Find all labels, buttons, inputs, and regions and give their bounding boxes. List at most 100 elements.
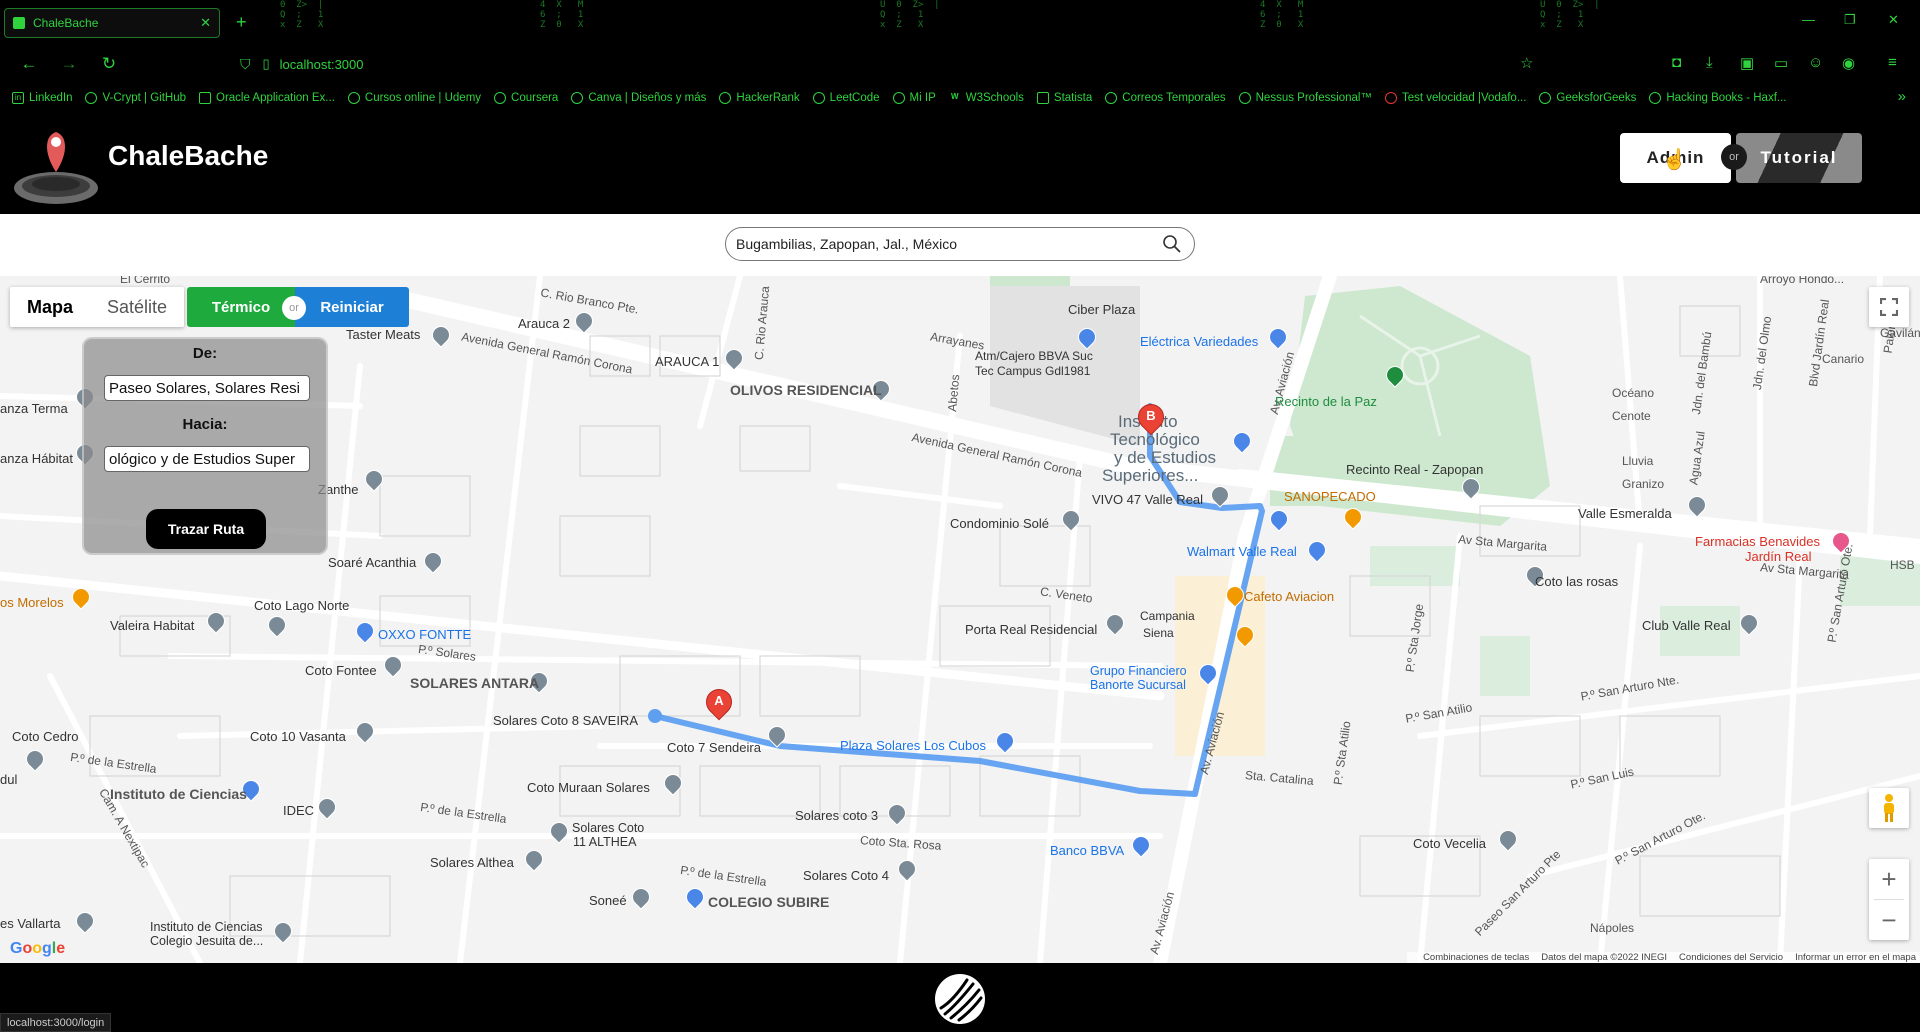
bookmark-item[interactable]: Oracle Application Ex... <box>199 92 335 104</box>
bookmark-item[interactable]: Mi IP <box>892 92 936 104</box>
university-logo-icon <box>935 974 985 1024</box>
search-strip <box>0 214 1920 276</box>
trace-route-button[interactable]: Trazar Ruta <box>146 509 266 549</box>
more-bookmarks-icon[interactable]: » <box>1898 88 1906 105</box>
route-end-marker[interactable]: B <box>1132 398 1170 440</box>
restore-icon[interactable]: ❐ <box>1844 12 1856 28</box>
poi-label: SANOPECADO <box>1284 489 1376 504</box>
poi-label: Eléctrica Variedades <box>1140 334 1259 349</box>
bookmark-item[interactable]: Statista <box>1036 92 1092 104</box>
matrix-decoration: U 0 Z> | Q ; 1 x Z X <box>880 0 940 30</box>
poi-label: Banco BBVA <box>1050 843 1125 858</box>
bookmark-item[interactable]: in LinkedIn <box>12 92 72 104</box>
map-canvas[interactable]: C. Rio Branco Pte. C. Rio Arauca Avenida… <box>0 276 1920 963</box>
bookmark-star-icon[interactable]: ☆ <box>1520 54 1533 72</box>
address-bar[interactable]: ⛉ ▯ localhost:3000 <box>240 50 1540 78</box>
tutorial-button[interactable]: Tutorial <box>1736 133 1862 183</box>
bookmark-item[interactable]: Hacking Books - Haxf... <box>1649 92 1786 104</box>
thermal-button[interactable]: Térmico <box>187 287 295 327</box>
route-start-marker[interactable]: A <box>700 683 738 725</box>
bookmark-item[interactable]: V-Crypt | GitHub <box>85 92 186 104</box>
poi-label: anza Hábitat <box>0 451 73 466</box>
bookmark-item[interactable]: Nessus Professional™ <box>1238 92 1372 104</box>
poi-label: Solares Coto 8 SAVEIRA <box>493 713 638 728</box>
poi-label: Solares Coto <box>572 821 645 835</box>
street-label: Granizo <box>1622 477 1665 491</box>
street-view-button[interactable] <box>1869 788 1909 828</box>
brand-title: ChaleBache <box>108 140 269 171</box>
globe-icon <box>719 92 732 104</box>
street-label: HSB <box>1890 558 1915 572</box>
poi-label: Solares Althea <box>430 855 514 870</box>
poi-label: OXXO FONTTE <box>378 627 472 642</box>
bookmark-item[interactable]: W W3Schools <box>949 92 1024 104</box>
zoom-out-icon[interactable]: − <box>1869 900 1909 940</box>
browser-tab[interactable]: ChaleBache ✕ <box>4 8 220 38</box>
close-window-icon[interactable]: ✕ <box>1888 12 1899 28</box>
poi-label: es Vallarta <box>0 916 61 931</box>
poi-label: Banorte Sucursal <box>1090 678 1186 692</box>
search-input[interactable] <box>736 236 1162 252</box>
w3schools-icon: W <box>950 92 959 101</box>
poi-label: COLEGIO SUBIRE <box>708 894 830 910</box>
poi-label: os Morelos <box>0 595 64 610</box>
fullscreen-button[interactable] <box>1869 287 1909 327</box>
or-separator: or <box>282 296 306 320</box>
from-input[interactable] <box>104 375 310 401</box>
bookmark-item[interactable]: Coursera <box>494 92 558 104</box>
minimize-icon[interactable]: — <box>1802 12 1815 27</box>
poi-label: IDEC <box>283 803 315 818</box>
street-label: Cenote <box>1612 409 1651 423</box>
bookmark-item[interactable]: Correos Temporales <box>1105 92 1226 104</box>
keyboard-shortcuts-link[interactable]: Combinaciones de teclas <box>1423 952 1529 963</box>
download-icon[interactable]: ⤓ <box>1706 54 1713 71</box>
map-type-map-button[interactable]: Mapa <box>10 287 90 327</box>
emoji-extension-icon[interactable]: ☺ <box>1808 54 1823 71</box>
search-box[interactable] <box>725 227 1195 261</box>
map-type-satellite-button[interactable]: Satélite <box>90 287 184 327</box>
forward-icon[interactable]: → <box>58 54 80 74</box>
bookmark-item[interactable]: GeeksforGeeks <box>1539 92 1636 104</box>
zoom-in-icon[interactable]: + <box>1869 859 1909 899</box>
bookmark-item[interactable]: Test velocidad |Vodafo... <box>1384 92 1526 104</box>
poi-label: 11 ALTHEA <box>573 835 637 849</box>
globe-icon <box>1539 92 1552 104</box>
extension-icon[interactable]: ▭ <box>1774 54 1788 72</box>
pocket-icon[interactable]: ◘ <box>1672 54 1681 71</box>
poi-label: Cafeto Aviacion <box>1244 589 1335 604</box>
poi-label: anza Terma <box>0 401 68 416</box>
poi-label: Solares coto 3 <box>795 808 879 823</box>
pegman-icon <box>1884 794 1894 822</box>
bookmark-item[interactable]: HackerRank <box>719 92 800 104</box>
extension-icon[interactable]: ◉ <box>1842 54 1855 72</box>
back-icon[interactable]: ← <box>18 54 40 74</box>
shield-icon[interactable]: ⛉ <box>240 56 251 73</box>
menu-icon[interactable]: ≡ <box>1888 54 1897 71</box>
reset-button[interactable]: Reiniciar <box>295 287 409 327</box>
to-input[interactable] <box>104 446 310 472</box>
tab-close-icon[interactable]: ✕ <box>200 15 211 31</box>
poi-label: Colegio Jesuita de... <box>150 934 264 948</box>
new-tab-icon[interactable]: + <box>236 12 247 33</box>
or-separator: or <box>1721 144 1747 170</box>
poi-label: Coto Cedro <box>12 729 79 744</box>
bookmark-item[interactable]: Canva | Diseños y más <box>571 92 706 104</box>
statista-icon <box>1036 92 1049 104</box>
street-label: Gavilán <box>1880 326 1920 340</box>
extension-icon[interactable]: ▣ <box>1740 54 1754 72</box>
bookmark-item[interactable]: LeetCode <box>812 92 880 104</box>
reload-icon[interactable]: ↻ <box>98 54 120 74</box>
report-error-link[interactable]: Informar un error en el mapa <box>1795 952 1916 963</box>
search-icon[interactable] <box>1162 234 1182 254</box>
terms-link[interactable]: Condiciones del Servicio <box>1679 952 1783 963</box>
poi-label: Coto Fontee <box>305 663 377 678</box>
bookmark-item[interactable]: Cursos online | Udemy <box>347 92 481 104</box>
poi-label: Coto Vecelia <box>1413 836 1486 851</box>
poi-label: Walmart Valle Real <box>1187 544 1297 559</box>
udemy-icon <box>347 92 360 104</box>
page-info-icon[interactable]: ▯ <box>263 56 270 72</box>
oracle-icon <box>199 92 211 104</box>
matrix-decoration: 4 X M 6 ; 1 Z 0 X <box>540 0 584 30</box>
street-label: Nápoles <box>1590 921 1635 935</box>
poi-label: ARAUCA 1 <box>655 354 720 369</box>
